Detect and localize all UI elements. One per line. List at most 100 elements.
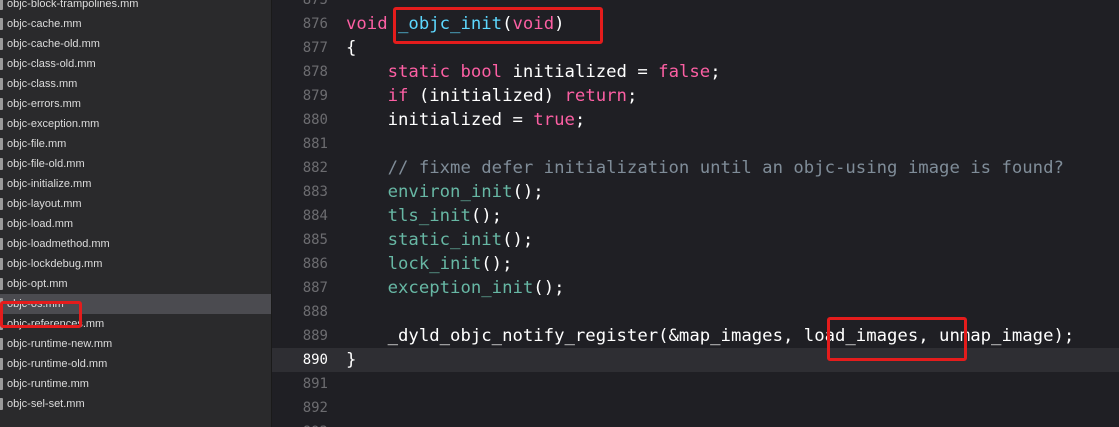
code-token: _dyld_objc_notify_register(&map_images, …	[346, 326, 1075, 346]
code-token: return	[564, 86, 627, 106]
file-item[interactable]: objc-lockdebug.mm	[0, 254, 271, 274]
file-item[interactable]: objc-runtime-old.mm	[0, 354, 271, 374]
file-item[interactable]: objc-block-trampolines.mm	[0, 0, 271, 14]
code-token: (initialized)	[408, 86, 565, 106]
code-line[interactable]: 883 environ_init();	[272, 180, 1119, 204]
file-item[interactable]: objc-sel-set.mm	[0, 394, 271, 414]
file-item[interactable]: objc-opt.mm	[0, 274, 271, 294]
file-item[interactable]: objc-loadmethod.mm	[0, 234, 271, 254]
code-token: if	[387, 86, 409, 106]
file-icon	[0, 378, 3, 390]
file-list: objc-block-trampolines.mm objc-cache.mm ob…	[0, 0, 271, 414]
file-icon	[0, 78, 3, 90]
file-item[interactable]: objc-exception.mm	[0, 114, 271, 134]
code-token: static_init	[387, 230, 503, 250]
code-line[interactable]: 877 {	[272, 36, 1119, 60]
file-icon	[0, 158, 3, 170]
code-text: // fixme defer initialization until an o…	[346, 156, 1064, 180]
file-icon	[0, 18, 3, 30]
file-item[interactable]: objc-errors.mm	[0, 94, 271, 114]
file-item[interactable]: objc-cache-old.mm	[0, 34, 271, 54]
code-line[interactable]: 890}	[272, 348, 1119, 372]
file-item[interactable]: objc-class-old.mm	[0, 54, 271, 74]
code-line[interactable]: 892	[272, 396, 1119, 420]
code-token: void	[346, 14, 388, 34]
code-line[interactable]: 893	[272, 420, 1119, 427]
file-item[interactable]: objc-runtime.mm	[0, 374, 271, 394]
code-token: ();	[481, 254, 513, 274]
code-text: if (initialized) return;	[346, 84, 638, 108]
code-line[interactable]: 879 if (initialized) return;	[272, 84, 1119, 108]
file-icon	[0, 238, 3, 250]
file-icon	[0, 298, 3, 310]
code-line[interactable]: 884 tls_init();	[272, 204, 1119, 228]
code-token: // fixme defer initialization until an o…	[346, 158, 1064, 178]
code-line[interactable]: 887 exception_init();	[272, 276, 1119, 300]
file-item[interactable]: objc-file-old.mm	[0, 154, 271, 174]
code-token: )	[554, 14, 565, 34]
code-token: ();	[533, 278, 565, 298]
line-number: 889	[302, 328, 328, 344]
line-number: 882	[302, 160, 328, 176]
line-number: 892	[302, 400, 328, 416]
file-item[interactable]: objc-references.mm	[0, 314, 271, 334]
code-line[interactable]: 888	[272, 300, 1119, 324]
file-label: objc-initialize.mm	[7, 178, 92, 190]
code-line[interactable]: 880 initialized = true;	[272, 108, 1119, 132]
file-label: objc-block-trampolines.mm	[7, 0, 139, 10]
file-label: objc-file.mm	[7, 138, 67, 150]
code-line[interactable]: 891	[272, 372, 1119, 396]
code-text: void _objc_init(void)	[346, 12, 565, 36]
code-token: bool	[460, 62, 503, 82]
file-label: objc-runtime-old.mm	[7, 358, 108, 370]
code-line[interactable]: 886 lock_init();	[272, 252, 1119, 276]
code-text: {	[346, 36, 356, 60]
code-token: ();	[512, 182, 544, 202]
file-item[interactable]: objc-cache.mm	[0, 14, 271, 34]
code-line[interactable]: 889 _dyld_objc_notify_register(&map_imag…	[272, 324, 1119, 348]
code-line[interactable]: 881	[272, 132, 1119, 156]
file-label: objc-runtime.mm	[7, 378, 89, 390]
code-line[interactable]: 878 static bool initialized = false;	[272, 60, 1119, 84]
line-number: 877	[302, 40, 328, 56]
code-line[interactable]: 876 void _objc_init(void)	[272, 12, 1119, 36]
file-item[interactable]: objc-load.mm	[0, 214, 271, 234]
file-item[interactable]: objc-runtime-new.mm	[0, 334, 271, 354]
code-line[interactable]: 885 static_init();	[272, 228, 1119, 252]
file-item[interactable]: objc-file.mm	[0, 134, 271, 154]
file-label: objc-class-old.mm	[7, 58, 96, 70]
line-number: 883	[302, 184, 328, 200]
file-item[interactable]: objc-layout.mm	[0, 194, 271, 214]
code-token: ;	[626, 86, 638, 106]
code-line[interactable]: 875	[272, 0, 1119, 12]
code-token: environ_init	[387, 182, 513, 202]
code-text: _dyld_objc_notify_register(&map_images, …	[346, 324, 1075, 348]
file-item[interactable]: objc-os.mm	[0, 294, 271, 314]
code-token: ();	[470, 206, 503, 226]
file-label: objc-os.mm	[7, 298, 64, 310]
code-token: false	[658, 62, 711, 82]
code-line[interactable]: 882 // fixme defer initialization until …	[272, 156, 1119, 180]
file-label: objc-sel-set.mm	[7, 398, 85, 410]
file-icon	[0, 358, 3, 370]
code-token: initialized =	[346, 110, 534, 130]
code-token: true	[533, 110, 575, 130]
code-text: }	[346, 348, 356, 372]
file-label: objc-layout.mm	[7, 198, 82, 210]
line-number: 887	[302, 280, 328, 296]
code-token: ();	[502, 230, 534, 250]
code-token: _objc_init	[398, 14, 503, 34]
file-icon	[0, 198, 3, 210]
file-item[interactable]: objc-class.mm	[0, 74, 271, 94]
code-token: void	[512, 14, 555, 34]
code-editor[interactable]: 875 876 void _objc_init(void) 877 {878 stati…	[272, 0, 1119, 427]
file-item[interactable]: objc-initialize.mm	[0, 174, 271, 194]
line-number: 878	[302, 64, 328, 80]
code-token: initialized =	[502, 62, 659, 82]
line-number: 888	[302, 304, 328, 320]
code-lines: 875 876 void _objc_init(void) 877 {878 stati…	[272, 0, 1119, 427]
